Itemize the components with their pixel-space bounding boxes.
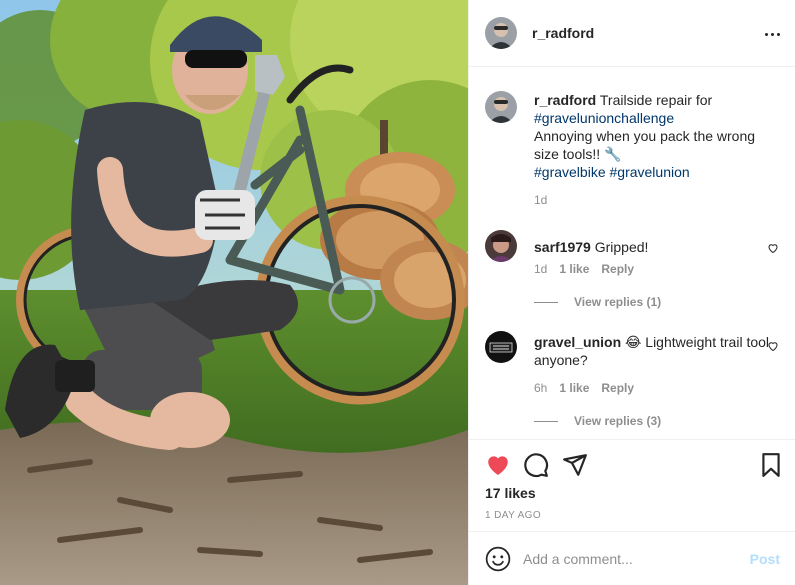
comment-meta: 1d 1 like Reply bbox=[534, 262, 634, 276]
author-username[interactable]: r_radford bbox=[532, 25, 594, 41]
hashtag-gravelunionchallenge[interactable]: #gravelunionchallenge bbox=[534, 110, 674, 126]
emoji-smiley-icon[interactable] bbox=[485, 546, 511, 572]
caption-text-2: Annoying when you pack the wrong size to… bbox=[534, 128, 756, 162]
comment-author[interactable]: gravel_union bbox=[534, 334, 621, 350]
view-replies-button[interactable]: View replies (1) bbox=[534, 295, 661, 309]
comment-input[interactable] bbox=[523, 550, 750, 567]
likes-count[interactable]: 17 likes bbox=[485, 485, 536, 501]
reply-button[interactable]: Reply bbox=[601, 381, 634, 395]
comment-bubble-icon[interactable] bbox=[523, 452, 549, 478]
post-date[interactable]: 1 DAY AGO bbox=[485, 510, 541, 521]
view-replies-label: View replies (3) bbox=[574, 414, 662, 428]
commenter-avatar[interactable] bbox=[485, 230, 517, 262]
view-replies-button[interactable]: View replies (3) bbox=[534, 414, 661, 428]
caption-author[interactable]: r_radford bbox=[534, 92, 596, 108]
like-comment-heart-icon[interactable] bbox=[767, 340, 779, 352]
caption-text-1: Trailside repair for bbox=[599, 92, 713, 108]
caption-age[interactable]: 1d bbox=[534, 193, 547, 207]
comment-message: Gripped! bbox=[594, 239, 649, 255]
like-comment-heart-icon[interactable] bbox=[767, 242, 779, 254]
comment-author[interactable]: sarf1979 bbox=[534, 239, 591, 255]
instagram-post: r_radford r_radford Trailside repair for… bbox=[0, 0, 795, 585]
hashtag-gravelunion[interactable]: #gravelunion bbox=[610, 164, 690, 180]
comments-area: r_radford Trailside repair for #gravelun… bbox=[469, 67, 795, 439]
replies-dash bbox=[534, 301, 558, 303]
comment-age[interactable]: 6h bbox=[534, 381, 547, 395]
caption-meta: 1d bbox=[534, 193, 547, 207]
like-heart-icon[interactable] bbox=[485, 452, 511, 478]
comment-likes[interactable]: 1 like bbox=[559, 381, 589, 395]
commenter-avatar[interactable] bbox=[485, 331, 517, 363]
comment-meta: 6h 1 like Reply bbox=[534, 381, 634, 395]
comment-likes[interactable]: 1 like bbox=[559, 262, 589, 276]
replies-dash bbox=[534, 420, 558, 422]
reply-button[interactable]: Reply bbox=[601, 262, 634, 276]
comment-text: sarf1979 Gripped! bbox=[534, 238, 774, 256]
post-comment-button[interactable]: Post bbox=[750, 551, 780, 567]
post-side-panel: r_radford r_radford Trailside repair for… bbox=[468, 0, 795, 585]
view-replies-label: View replies (1) bbox=[574, 295, 662, 309]
caption-avatar[interactable] bbox=[485, 91, 517, 123]
caption-text: r_radford Trailside repair for #gravelun… bbox=[534, 91, 774, 181]
add-comment-bar: Post bbox=[469, 531, 795, 585]
cyclist-repair-photo bbox=[0, 0, 468, 585]
more-options-icon[interactable] bbox=[762, 24, 782, 44]
comment-text: gravel_union 😂 Lightweight trail tool an… bbox=[534, 333, 774, 369]
share-paper-plane-icon[interactable] bbox=[562, 452, 588, 478]
post-photo[interactable] bbox=[0, 0, 468, 585]
comment-age[interactable]: 1d bbox=[534, 262, 547, 276]
post-actions: 17 likes 1 DAY AGO bbox=[469, 439, 795, 531]
save-bookmark-icon[interactable] bbox=[758, 452, 784, 478]
hashtag-gravelbike[interactable]: #gravelbike bbox=[534, 164, 606, 180]
post-header: r_radford bbox=[469, 0, 795, 67]
author-avatar[interactable] bbox=[485, 17, 517, 49]
